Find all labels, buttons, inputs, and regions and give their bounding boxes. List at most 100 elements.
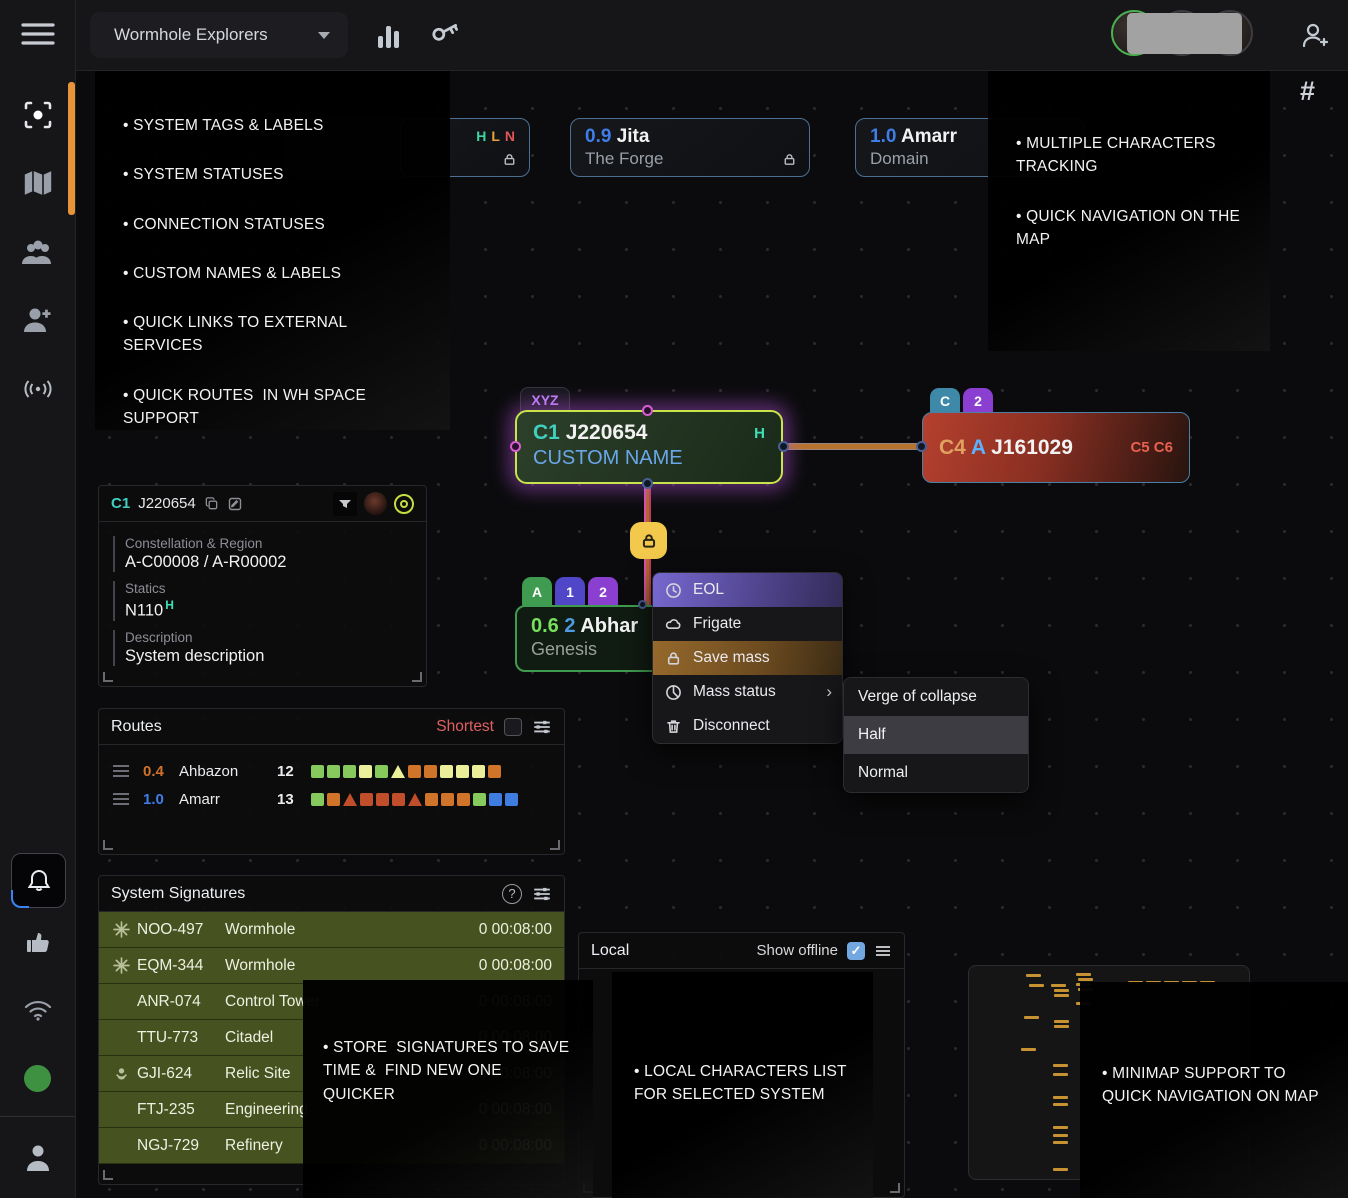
- context-menu-item-disconnect[interactable]: Disconnect: [653, 709, 842, 743]
- tracking-note-overlay: MULTIPLE CHARACTERS TRACKINGQUICK NAVIGA…: [988, 68, 1270, 351]
- resize-handle[interactable]: [103, 1170, 113, 1180]
- help-icon[interactable]: ?: [502, 884, 522, 904]
- map-icon[interactable]: [0, 161, 75, 205]
- status-dot[interactable]: [0, 1056, 75, 1100]
- context-menu-item-mass-status[interactable]: Mass status›: [653, 675, 842, 709]
- edit-icon[interactable]: [227, 496, 243, 512]
- system-info-header[interactable]: C1 J220654: [99, 486, 426, 522]
- submenu-item-normal[interactable]: Normal: [844, 754, 1028, 792]
- signature-row[interactable]: NOO-497Wormhole0 00:08:00: [99, 912, 564, 948]
- connection-context-menu: EOLFrigateSave massMass status›Disconnec…: [652, 572, 843, 744]
- c1-custom-name: CUSTOM NAME: [533, 447, 765, 470]
- submenu-item-verge-of-collapse[interactable]: Verge of collapse: [844, 678, 1028, 716]
- c1-label-tag: XYZ: [531, 392, 558, 408]
- bar-chart-icon[interactable]: [376, 20, 402, 50]
- route-row[interactable]: 1.0Amarr13: [99, 785, 564, 813]
- minimap-system-marker: [1054, 989, 1069, 992]
- scroll-indicator[interactable]: [68, 82, 75, 215]
- note-bullet: MINIMAP SUPPORT TO QUICK NAVIGATION ON M…: [1102, 1062, 1338, 1109]
- submenu-item-half[interactable]: Half: [844, 716, 1028, 754]
- signatures-title: System Signatures: [111, 885, 245, 903]
- key-icon[interactable]: [422, 8, 468, 54]
- minimap-note-overlay: MINIMAP SUPPORT TO QUICK NAVIGATION ON M…: [1080, 982, 1348, 1198]
- c1-handle-top[interactable]: [642, 405, 653, 416]
- user-add-icon[interactable]: [1300, 20, 1330, 50]
- context-menu-item-frigate[interactable]: Frigate: [653, 607, 842, 641]
- people-icon[interactable]: [0, 231, 75, 275]
- node-tag-pill: 1: [555, 577, 585, 606]
- person-add-icon[interactable]: [0, 298, 75, 342]
- focus-track-icon[interactable]: [0, 93, 75, 137]
- drag-handle-icon[interactable]: [113, 798, 129, 800]
- route-jump-square: [408, 765, 421, 778]
- map-switcher[interactable]: Wormhole Explorers: [90, 12, 348, 58]
- minimap-system-marker: [1051, 984, 1066, 987]
- resize-handle[interactable]: [890, 1183, 900, 1193]
- route-jump-square: [360, 793, 373, 806]
- node-jita[interactable]: 0.9 Jita The Forge: [570, 118, 810, 177]
- copy-icon[interactable]: [204, 496, 219, 511]
- c1-handle-left[interactable]: [510, 441, 521, 452]
- system-tag-letter: N: [505, 128, 515, 144]
- route-jump-square: [375, 765, 388, 778]
- note-bullet: SYSTEM STATUSES: [123, 163, 428, 186]
- hash-icon[interactable]: #: [1300, 76, 1315, 107]
- left-sidebar: [0, 0, 76, 1198]
- c4-handle-left[interactable]: [916, 441, 927, 452]
- lock-icon: [502, 152, 517, 167]
- broadcast-icon[interactable]: [0, 367, 75, 411]
- resize-handle[interactable]: [103, 840, 113, 850]
- menu-icon[interactable]: [0, 12, 75, 56]
- c4-statics: C5 C6: [1130, 439, 1173, 456]
- connection-c1-c4[interactable]: [787, 443, 922, 450]
- c4-class: C4: [939, 436, 966, 459]
- system-tag-letter: H: [476, 128, 486, 144]
- signatures-settings-icon[interactable]: [532, 884, 552, 904]
- thumbs-up-icon[interactable]: [0, 920, 75, 964]
- route-jump-square: [441, 793, 454, 806]
- connection-lock-badge[interactable]: [630, 522, 667, 559]
- c1-handle-right[interactable]: [778, 441, 789, 452]
- abhar-handle-top[interactable]: [638, 600, 647, 609]
- context-menu-item-eol[interactable]: EOL: [653, 573, 842, 607]
- signature-row[interactable]: EQM-344Wormhole0 00:08:00: [99, 948, 564, 984]
- local-title: Local: [591, 942, 629, 960]
- node-c1[interactable]: C1 J220654 H CUSTOM NAME: [515, 410, 783, 484]
- minimap-system-marker: [1021, 1048, 1036, 1051]
- route-jump-triangle: [391, 765, 405, 778]
- node-tag-pill: 2: [588, 577, 618, 606]
- route-jump-square: [473, 793, 486, 806]
- resize-handle[interactable]: [103, 672, 113, 682]
- wifi-icon[interactable]: [0, 988, 75, 1032]
- cloud-icon: [665, 616, 682, 633]
- bell-icon[interactable]: [11, 853, 66, 908]
- note-bullet: SYSTEM TAGS & LABELS: [123, 114, 428, 137]
- context-menu-item-save-mass[interactable]: Save mass: [653, 641, 842, 675]
- route-row[interactable]: 0.4Ahbazon12: [99, 757, 564, 785]
- route-jump-square: [343, 765, 356, 778]
- resize-handle[interactable]: [550, 840, 560, 850]
- abhar-tag-number: 2: [564, 615, 575, 637]
- resize-handle[interactable]: [412, 672, 422, 682]
- minimap-system-marker: [1026, 974, 1041, 977]
- show-offline-checkbox[interactable]: ✓: [847, 942, 865, 960]
- minimap-system-marker: [1053, 1134, 1068, 1137]
- c4-status-letter: A: [971, 436, 985, 459]
- route-jump-square: [376, 793, 389, 806]
- node-c4[interactable]: C4 A J161029 C5 C6: [922, 412, 1190, 483]
- shortest-checkbox[interactable]: [504, 718, 522, 736]
- routes-settings-icon[interactable]: [532, 717, 552, 737]
- local-menu-icon[interactable]: [874, 943, 892, 959]
- note-bullet: CUSTOM NAMES & LABELS: [123, 262, 428, 285]
- drag-handle-icon[interactable]: [113, 770, 129, 772]
- route-jump-square: [392, 793, 405, 806]
- lock-icon: [782, 152, 797, 167]
- node-tag-pill: A: [522, 577, 552, 606]
- user-icon[interactable]: [0, 1136, 75, 1180]
- c1-class: C1: [533, 421, 560, 444]
- c1-handle-bottom[interactable]: [642, 478, 653, 489]
- note-bullet: STORE SIGNATURES TO SAVE TIME & FIND NEW…: [323, 1036, 577, 1106]
- c1-static-letter: H: [754, 425, 765, 442]
- route-jump-square: [457, 793, 470, 806]
- note-bullet: QUICK ROUTES IN WH SPACE SUPPORT: [123, 384, 428, 431]
